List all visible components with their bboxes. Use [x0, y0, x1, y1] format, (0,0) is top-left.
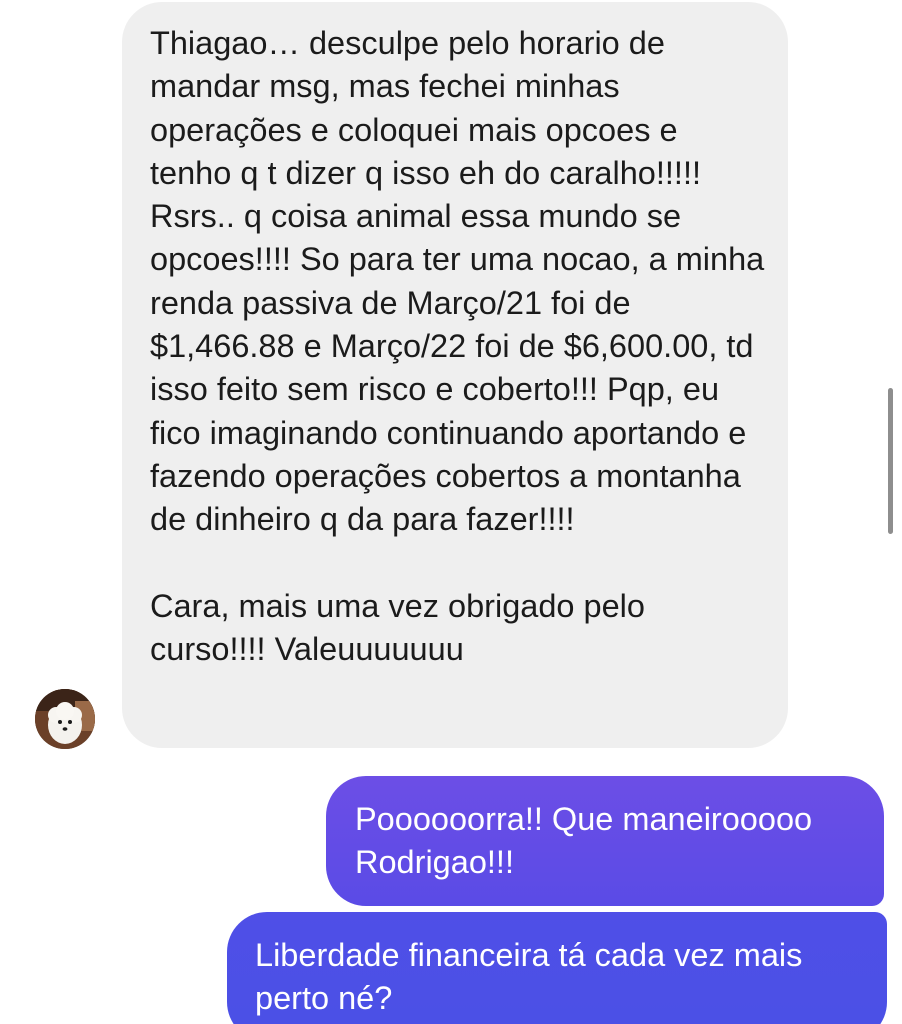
chat-thread: Thiagao… desculpe pelo horario de mandar… — [0, 0, 902, 1024]
outgoing-message-text: Poooooorra!! Que maneirooooo Rodrigao!!! — [355, 801, 813, 880]
dog-avatar-illustration — [35, 689, 95, 749]
outgoing-message-bubble[interactable]: Liberdade financeira tá cada vez mais pe… — [227, 912, 887, 1024]
incoming-message-paragraph: Thiagao… desculpe pelo horario de mandar… — [150, 25, 765, 538]
outgoing-message-text: Liberdade financeira tá cada vez mais pe… — [255, 937, 803, 1016]
outgoing-message-bubble[interactable]: Poooooorra!! Que maneirooooo Rodrigao!!! — [326, 776, 884, 906]
dog-avatar-icon[interactable] — [35, 689, 95, 749]
incoming-message-bubble[interactable]: Thiagao… desculpe pelo horario de mandar… — [122, 2, 788, 748]
incoming-message-paragraph: Cara, mais uma vez obrigado pelo curso!!… — [150, 587, 645, 668]
scrollbar[interactable] — [888, 388, 893, 534]
